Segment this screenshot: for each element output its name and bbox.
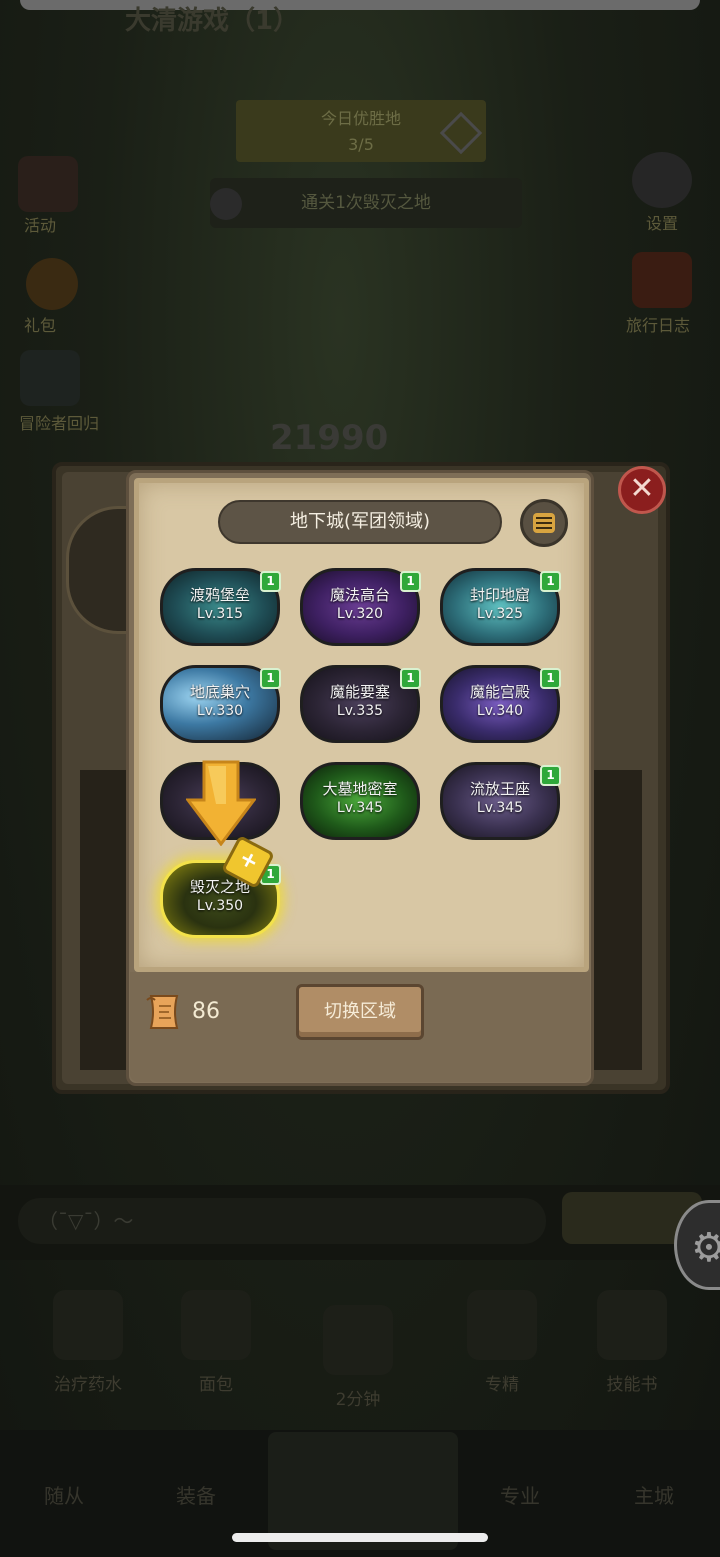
chat-input[interactable]: （¯▽¯）～	[18, 1198, 546, 1244]
nav-main-city[interactable]: 主城	[634, 1480, 674, 1509]
count-badge: 1	[260, 571, 281, 592]
travel-log-icon[interactable]	[632, 252, 692, 308]
specialty-icon	[467, 1290, 537, 1360]
count-badge: 1	[540, 765, 561, 786]
count-badge: 1	[400, 571, 421, 592]
item-potion[interactable]: 治疗药水	[38, 1290, 138, 1395]
dungeon-level: Lv.350	[196, 898, 244, 914]
side-menu-travel-log[interactable]: 旅行日志	[626, 312, 690, 336]
item-timer[interactable]: 2分钟	[308, 1305, 408, 1410]
bread-icon	[181, 1290, 251, 1360]
item-bread[interactable]: 面包	[166, 1290, 266, 1395]
timer-icon	[323, 1305, 393, 1375]
bg-title: 大清游戏（1）	[125, 6, 300, 36]
tutorial-arrow-icon	[186, 760, 256, 846]
dungeon-level: Lv.340	[476, 703, 524, 719]
scroll-icon	[146, 995, 179, 1029]
side-menu-settings[interactable]: 设置	[646, 210, 678, 234]
task-banner[interactable]: 通关1次毁灭之地	[210, 178, 522, 228]
dungeon-level: Lv.345	[476, 800, 524, 816]
settings-gear-icon[interactable]	[632, 152, 692, 208]
hamburger-menu-icon	[533, 513, 555, 533]
activity-icon[interactable]	[18, 156, 78, 212]
count-badge: 1	[540, 668, 561, 689]
dungeon-level: Lv.335	[336, 703, 384, 719]
count-badge: 1	[260, 668, 281, 689]
potion-icon	[53, 1290, 123, 1360]
gift-icon[interactable]	[26, 258, 78, 310]
side-menu-return[interactable]: 冒险者回归	[14, 410, 104, 434]
count-badge: 1	[400, 668, 421, 689]
side-menu-gift[interactable]: 礼包	[24, 312, 56, 336]
nav-equipment[interactable]: 装备	[176, 1480, 216, 1509]
top-bar	[20, 0, 700, 10]
currency-value: 86	[192, 999, 220, 1024]
item-specialty[interactable]: 专精	[452, 1290, 552, 1395]
nav-followers[interactable]: 随从	[44, 1480, 84, 1509]
close-button[interactable]: ✕	[618, 466, 666, 514]
book-icon	[597, 1290, 667, 1360]
outer-left-column	[80, 770, 130, 1070]
dungeon-level: Lv.330	[196, 703, 244, 719]
task-icon	[210, 188, 242, 220]
dungeon-level: Lv.325	[476, 606, 524, 622]
dungeon-level: Lv.345	[336, 800, 384, 816]
item-skill-book[interactable]: 技能书	[582, 1290, 682, 1395]
dungeon-level: Lv.320	[336, 606, 384, 622]
dungeon-card-necropolis[interactable]: 大墓地密室 Lv.345	[300, 762, 420, 840]
count-badge: 1	[540, 571, 561, 592]
close-x-icon: ✕	[629, 471, 655, 506]
panel-title: 地下城(军团领域)	[218, 500, 502, 544]
menu-button[interactable]	[520, 499, 568, 547]
gear-icon: ⚙	[691, 1225, 720, 1271]
side-menu-activity[interactable]: 活动	[24, 212, 56, 236]
dungeon-level: Lv.315	[196, 606, 244, 622]
return-icon[interactable]	[20, 350, 80, 406]
home-indicator[interactable]	[232, 1533, 488, 1542]
outer-right-column	[592, 770, 642, 1070]
nav-profession[interactable]: 专业	[500, 1480, 540, 1509]
power-score: 21990	[270, 418, 389, 458]
switch-area-button[interactable]: 切换区域	[296, 984, 424, 1040]
dungeon-name: 大墓地密室	[322, 780, 398, 798]
